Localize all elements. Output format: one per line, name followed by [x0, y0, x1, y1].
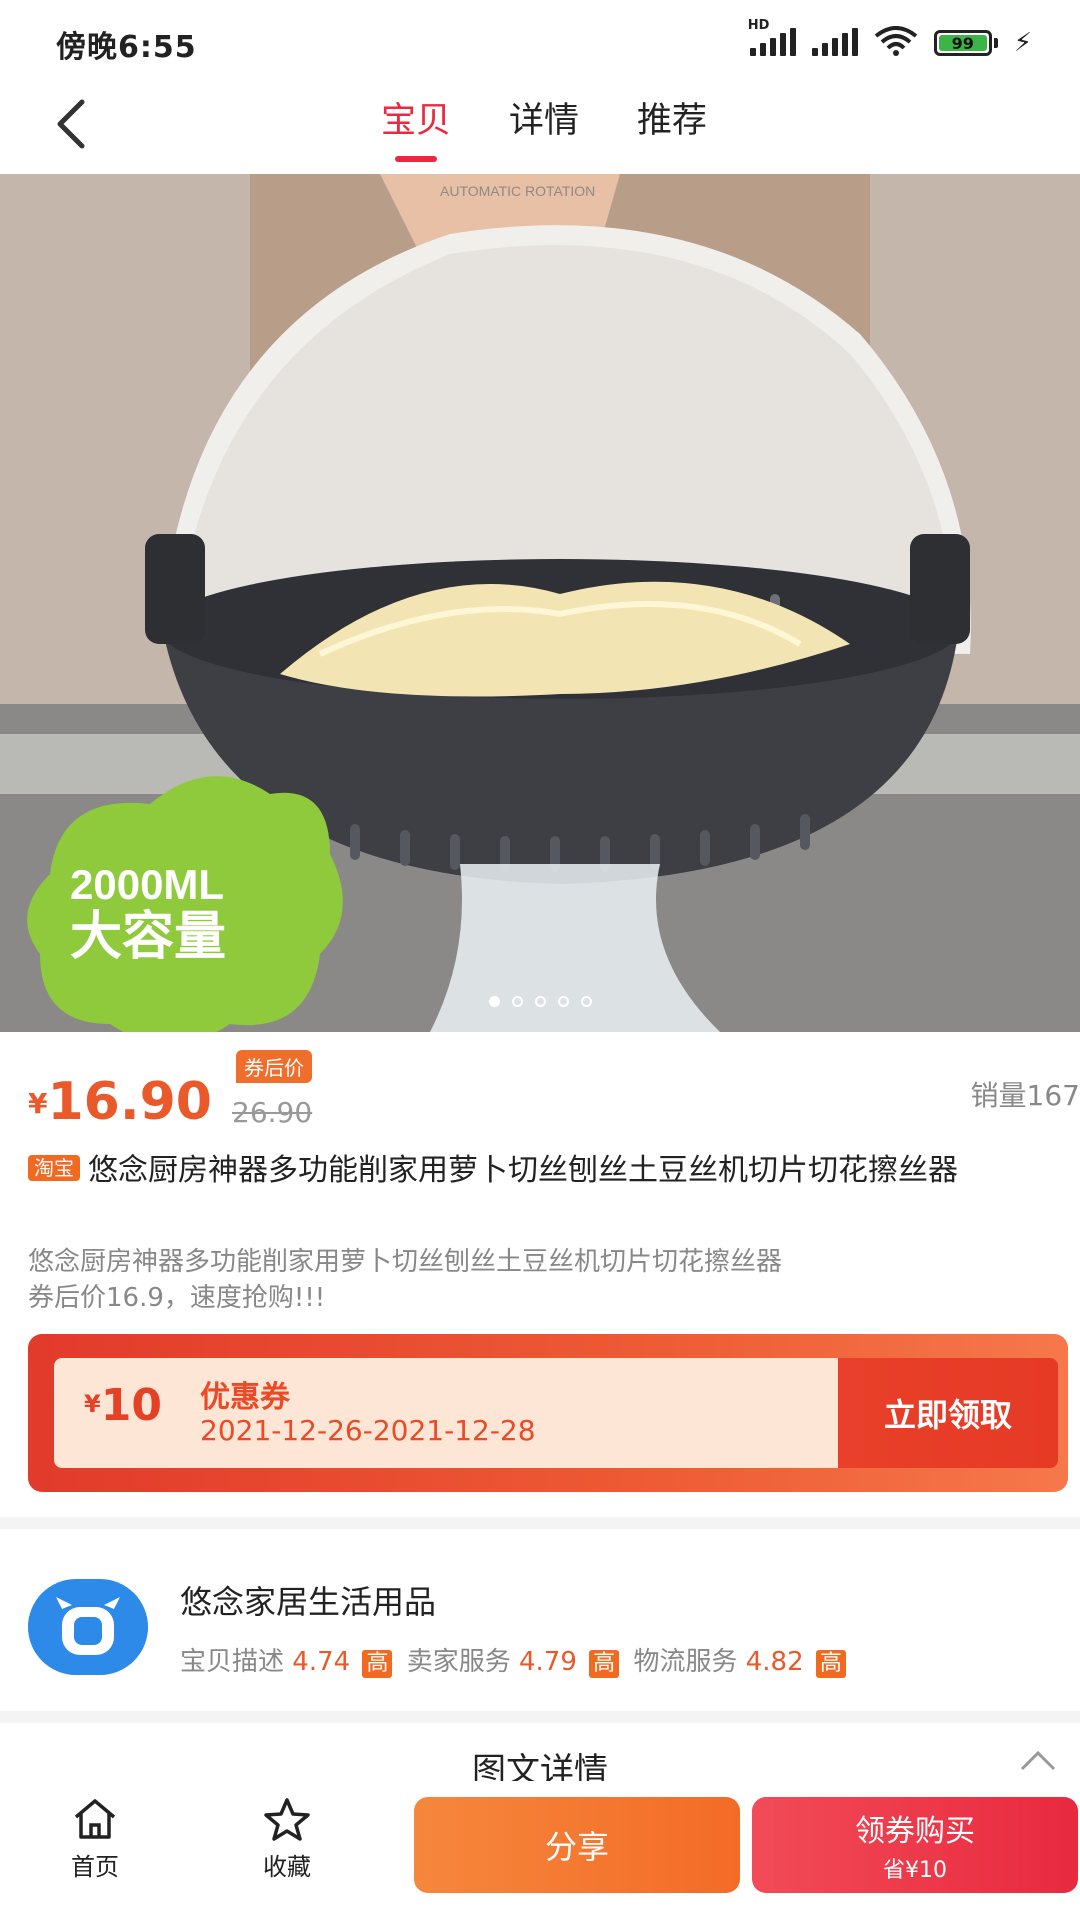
coupon-name: 优惠券 [200, 1380, 290, 1415]
coupon-inner [54, 1358, 850, 1468]
score-value: 4.82 [745, 1647, 804, 1677]
price: ¥16.90 [28, 1072, 212, 1132]
product-image[interactable]: 2000ML 大容量 AUTOMATIC ROTATION [0, 174, 1080, 1032]
buy-with-coupon-button[interactable]: 领券购买 省¥10 [752, 1797, 1078, 1893]
signal-icon [811, 28, 858, 56]
score-level-badge: 高 [589, 1650, 620, 1678]
favorite-label: 收藏 [263, 1853, 311, 1881]
wifi-icon [874, 26, 917, 56]
signal-hd-icon: HD [748, 18, 796, 56]
coupon-currency: ¥ [84, 1390, 101, 1418]
claim-coupon-button[interactable]: 立即领取 [838, 1358, 1058, 1468]
score-label: 物流服务 [633, 1647, 738, 1677]
score-value: 4.74 [292, 1647, 351, 1677]
tab-details-label: 详情 [508, 101, 579, 141]
home-label: 首页 [71, 1853, 119, 1881]
battery-icon: 99 [933, 30, 998, 56]
score-level-badge: 高 [815, 1650, 846, 1678]
tab-recommend[interactable]: 推荐 [637, 78, 707, 174]
original-price: 26.90 [232, 1096, 313, 1129]
sales-count: 销量167 [970, 1079, 1080, 1112]
image-watermark: AUTOMATIC ROTATION [440, 183, 595, 199]
charging-icon: ⚡ [1013, 28, 1032, 58]
coupon-amount: ¥10 [84, 1380, 162, 1431]
after-coupon-tag: 券后价 [236, 1050, 312, 1083]
status-bar: 傍晚6:55 HD 99 ⚡ [0, 0, 1080, 78]
detail-section-header[interactable]: 图文详情 [0, 1711, 1080, 1791]
shop-name: 悠念家居生活用品 [180, 1583, 437, 1621]
buy-label: 领券购买 [855, 1814, 975, 1849]
bottom-bar: 首页 收藏 分享 领券购买 省¥10 [0, 1781, 1080, 1920]
coupon-value: 10 [100, 1380, 162, 1431]
tab-details[interactable]: 详情 [509, 78, 579, 174]
network-label: HD [747, 18, 770, 33]
pager-dot[interactable] [511, 996, 523, 1007]
image-pager [0, 996, 1080, 1007]
tab-active-indicator [394, 156, 437, 162]
product-page: 傍晚6:55 HD 99 ⚡ 宝贝 详情 推荐 2000ML 大容量 AUTOM… [0, 0, 1080, 1920]
shop-scores: 宝贝描述 4.74 高 卖家服务 4.79 高 物流服务 4.82 高 [180, 1641, 852, 1678]
shop-info[interactable]: 悠念家居生活用品 宝贝描述 4.74 高 卖家服务 4.79 高 物流服务 4.… [0, 1517, 1080, 1711]
save-amount: 省¥10 [883, 1858, 947, 1883]
favorite-button[interactable]: 收藏 [232, 1797, 342, 1882]
badge-line1: 2000ML [70, 861, 224, 908]
nav-tabs: 宝贝 详情 推荐 [0, 78, 1080, 174]
pager-dot[interactable] [534, 996, 546, 1007]
desc-line: 悠念厨房神器多功能削家用萝卜切丝刨丝土豆丝机切片切花擦丝器 [28, 1247, 783, 1277]
pager-dot[interactable] [488, 996, 500, 1007]
home-icon [74, 1799, 116, 1839]
score-value: 4.79 [519, 1647, 577, 1677]
desc-line: 券后价16.9，速度抢购!!! [28, 1283, 326, 1313]
price-currency: ¥ [28, 1087, 48, 1120]
home-button[interactable]: 首页 [40, 1797, 150, 1882]
top-nav: 宝贝 详情 推荐 [0, 78, 1080, 174]
price-value: 16.90 [47, 1072, 212, 1132]
status-time: 傍晚6:55 [56, 30, 197, 65]
product-desc: 悠念厨房神器多功能削家用萝卜切丝刨丝土豆丝机切片切花擦丝器 券后价16.9，速度… [28, 1244, 1028, 1316]
battery-level: 99 [951, 33, 974, 53]
star-icon [264, 1798, 310, 1841]
coupon-date: 2021-12-26-2021-12-28 [200, 1414, 536, 1447]
product-title-text: 悠念厨房神器多功能削家用萝卜切丝刨丝土豆丝机切片切花擦丝器 [88, 1153, 958, 1188]
tab-item-label: 宝贝 [380, 101, 451, 141]
shop-avatar [28, 1579, 148, 1675]
platform-badge: 淘宝 [28, 1155, 80, 1181]
tab-item[interactable]: 宝贝 [381, 78, 451, 174]
pager-dot[interactable] [580, 996, 592, 1007]
product-photo: 2000ML 大容量 AUTOMATIC ROTATION [0, 174, 1080, 1032]
coupon-card[interactable]: ¥10 优惠券 2021-12-26-2021-12-28 立即领取 [28, 1334, 1068, 1492]
score-label: 宝贝描述 [180, 1647, 285, 1677]
pager-dot[interactable] [557, 996, 569, 1007]
score-level-badge: 高 [362, 1650, 393, 1678]
product-title: 淘宝 悠念厨房神器多功能削家用萝卜切丝刨丝土豆丝机切片切花擦丝器 [28, 1150, 1048, 1192]
chevron-up-icon[interactable] [1018, 1745, 1058, 1775]
status-icons: HD 99 ⚡ [748, 18, 1032, 58]
score-label: 卖家服务 [406, 1647, 511, 1677]
product-info: ¥16.90 券后价 26.90 销量167 淘宝 悠念厨房神器多功能削家用萝卜切… [0, 1032, 1080, 1517]
tab-recommend-label: 推荐 [637, 101, 708, 141]
share-button[interactable]: 分享 [414, 1797, 740, 1893]
badge-line2: 大容量 [70, 908, 226, 966]
